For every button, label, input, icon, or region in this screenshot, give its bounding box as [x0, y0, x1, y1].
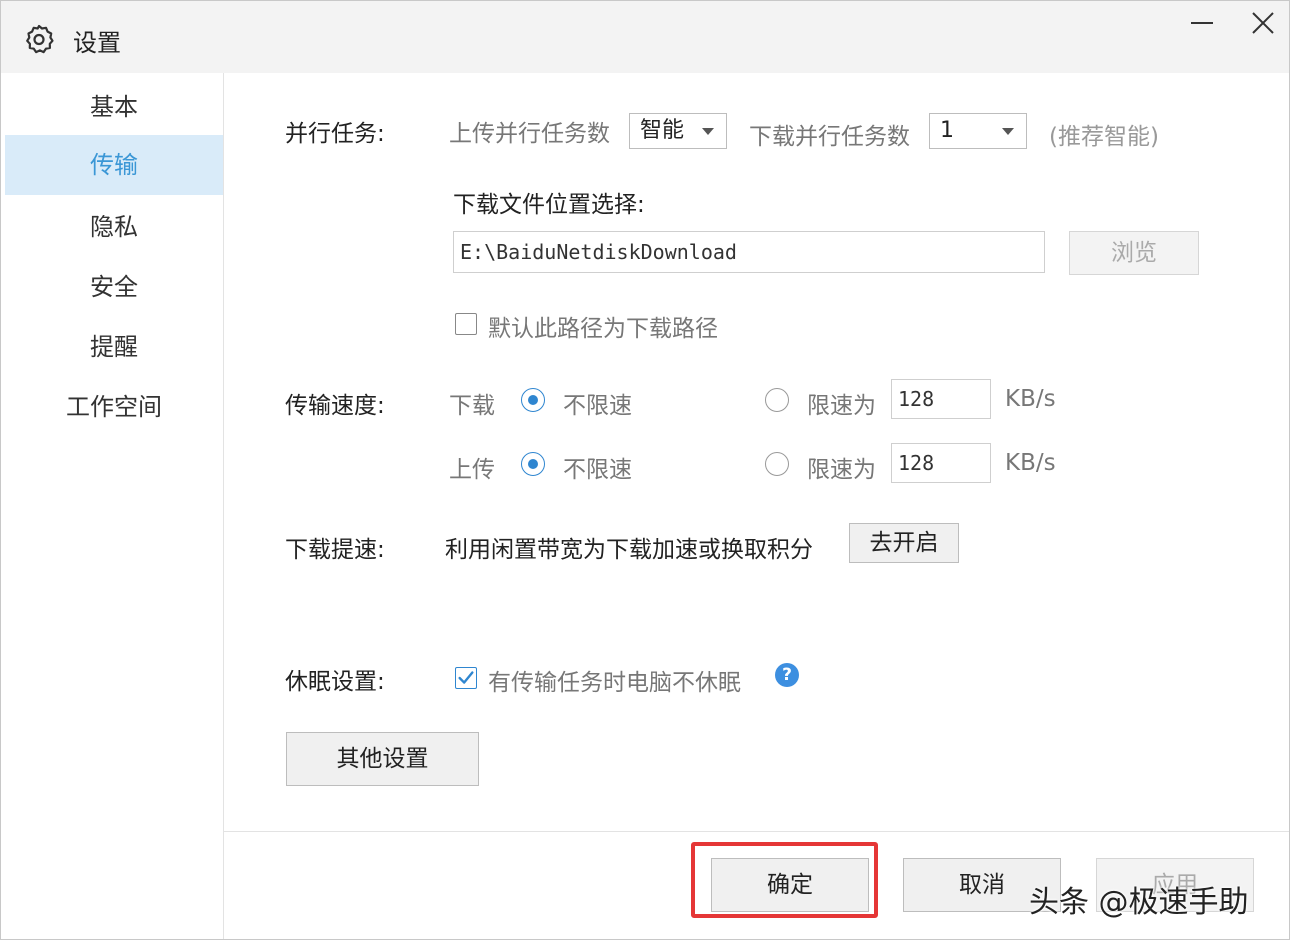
- upload-unlimited-label: 不限速: [563, 457, 632, 483]
- download-parallel-value: 1: [940, 118, 954, 143]
- download-limit-label: 限速为: [807, 393, 876, 419]
- prevent-sleep-checkbox[interactable]: [455, 667, 477, 689]
- parallel-tasks-label: 并行任务:: [285, 121, 385, 147]
- watermark-text: 头条 @极速手助: [1029, 885, 1249, 920]
- upload-unlimited-radio[interactable]: [521, 452, 545, 476]
- download-boost-label: 下载提速:: [285, 537, 385, 563]
- upload-speed-label: 上传: [449, 457, 495, 483]
- sidebar-item-privacy[interactable]: 隐私: [5, 197, 223, 257]
- browse-button[interactable]: 浏览: [1069, 231, 1199, 275]
- settings-window: 设置 基本 传输 隐私 安全 提醒 工作空间 并行任务: 上传并行任务数 智能 …: [0, 0, 1290, 940]
- upload-limit-input[interactable]: 128: [891, 443, 991, 483]
- help-icon[interactable]: ?: [775, 663, 799, 687]
- prevent-sleep-label: 有传输任务时电脑不休眠: [488, 670, 741, 696]
- upload-limit-label: 限速为: [807, 457, 876, 483]
- download-boost-description: 利用闲置带宽为下载加速或换取积分: [445, 537, 813, 563]
- upload-parallel-label: 上传并行任务数: [449, 121, 610, 147]
- sidebar-item-security[interactable]: 安全: [5, 257, 223, 317]
- other-settings-button[interactable]: 其他设置: [286, 732, 479, 786]
- checkmark-icon: [458, 671, 474, 684]
- download-parallel-select[interactable]: 1: [929, 113, 1027, 149]
- window-title: 设置: [73, 29, 121, 57]
- sidebar-item-workspace[interactable]: 工作空间: [5, 377, 223, 437]
- chevron-down-icon: [702, 128, 714, 135]
- download-speed-unit: KB/s: [1005, 386, 1056, 412]
- ok-button-highlight: [691, 842, 878, 918]
- title-bar: 设置: [1, 1, 1289, 73]
- chevron-down-icon: [1002, 128, 1014, 135]
- upload-parallel-select[interactable]: 智能: [629, 113, 727, 149]
- download-location-label: 下载文件位置选择:: [453, 192, 645, 218]
- upload-parallel-value: 智能: [640, 118, 685, 143]
- sleep-settings-label: 休眠设置:: [285, 669, 385, 695]
- download-limit-input[interactable]: 128: [891, 379, 991, 419]
- download-parallel-label: 下载并行任务数: [749, 124, 910, 150]
- footer-divider: [224, 831, 1289, 832]
- enable-boost-button[interactable]: 去开启: [849, 523, 959, 563]
- default-path-checkbox[interactable]: [455, 313, 477, 335]
- upload-limit-radio[interactable]: [765, 452, 789, 476]
- upload-speed-unit: KB/s: [1005, 450, 1056, 476]
- download-unlimited-label: 不限速: [563, 393, 632, 419]
- transfer-speed-label: 传输速度:: [285, 393, 385, 419]
- sidebar-item-reminder[interactable]: 提醒: [5, 317, 223, 377]
- parallel-hint: (推荐智能): [1049, 124, 1159, 150]
- close-button[interactable]: [1243, 7, 1283, 39]
- download-unlimited-radio[interactable]: [521, 388, 545, 412]
- download-speed-label: 下载: [449, 393, 495, 419]
- sidebar-item-basic[interactable]: 基本: [5, 77, 223, 137]
- settings-sidebar: 基本 传输 隐私 安全 提醒 工作空间: [1, 73, 224, 939]
- default-path-label: 默认此路径为下载路径: [488, 316, 718, 342]
- download-limit-radio[interactable]: [765, 388, 789, 412]
- download-path-input[interactable]: E:\BaiduNetdiskDownload: [453, 231, 1045, 273]
- sidebar-item-transfer[interactable]: 传输: [5, 135, 223, 195]
- minimize-button[interactable]: [1183, 7, 1223, 39]
- gear-icon: [26, 24, 54, 54]
